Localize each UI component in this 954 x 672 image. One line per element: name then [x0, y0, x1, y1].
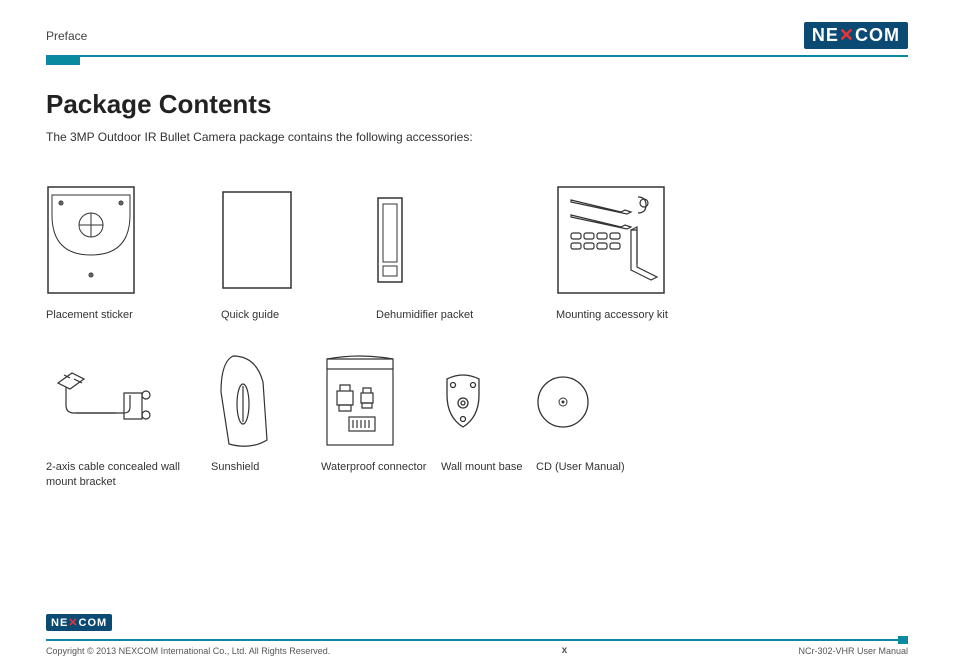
page-footer: NE✕COM Copyright © 2013 NEXCOM Internati…: [46, 613, 908, 656]
wall-bracket-illustration: [46, 352, 161, 452]
item-wall-bracket: 2-axis cable concealed wall mount bracke…: [46, 352, 211, 489]
item-mounting-kit: Mounting accessory kit: [556, 180, 726, 322]
item-sunshield: Sunshield: [211, 352, 321, 489]
page-number: x: [562, 645, 568, 656]
intro-text: The 3MP Outdoor IR Bullet Camera package…: [46, 130, 908, 144]
waterproof-connector-illustration: [321, 352, 399, 452]
dehumidifier-illustration: [376, 180, 404, 300]
item-placement-sticker: Placement sticker: [46, 180, 221, 322]
cd-illustration: [536, 352, 590, 452]
brand-logo: NE✕COM: [804, 22, 908, 49]
page-title: Package Contents: [46, 89, 908, 120]
brand-logo-text: NE✕COM: [804, 22, 908, 49]
section-label: Preface: [46, 29, 87, 43]
item-quick-guide: Quick guide: [221, 180, 376, 322]
item-label: Dehumidifier packet: [376, 308, 473, 322]
footer-logo: NE✕COM: [46, 614, 112, 631]
item-wall-mount-base: Wall mount base: [441, 352, 536, 489]
quick-guide-illustration: [221, 180, 293, 300]
item-label: CD (User Manual): [536, 460, 625, 474]
item-waterproof-connector: Waterproof connector: [321, 352, 441, 489]
item-label: Sunshield: [211, 460, 259, 474]
sunshield-illustration: [211, 352, 273, 452]
footer-rule: [46, 639, 908, 641]
item-label: Mounting accessory kit: [556, 308, 668, 322]
contents-row-1: Placement sticker Quick guide Dehumidifi…: [46, 180, 908, 322]
header-row: Preface NE✕COM: [46, 22, 908, 49]
contents-row-2: 2-axis cable concealed wall mount bracke…: [46, 352, 908, 489]
item-label: Placement sticker: [46, 308, 133, 322]
placement-sticker-illustration: [46, 180, 136, 300]
header-rule: [46, 55, 908, 57]
doc-title: NCr-302-VHR User Manual: [798, 646, 908, 656]
wall-mount-base-illustration: [441, 352, 485, 452]
item-label: Waterproof connector: [321, 460, 426, 474]
item-cd: CD (User Manual): [536, 352, 625, 489]
copyright-text: Copyright © 2013 NEXCOM International Co…: [46, 646, 330, 656]
item-dehumidifier: Dehumidifier packet: [376, 180, 556, 322]
item-label: Quick guide: [221, 308, 279, 322]
item-label: Wall mount base: [441, 460, 523, 474]
item-label: 2-axis cable concealed wall mount bracke…: [46, 460, 196, 489]
mounting-kit-illustration: [556, 180, 666, 300]
